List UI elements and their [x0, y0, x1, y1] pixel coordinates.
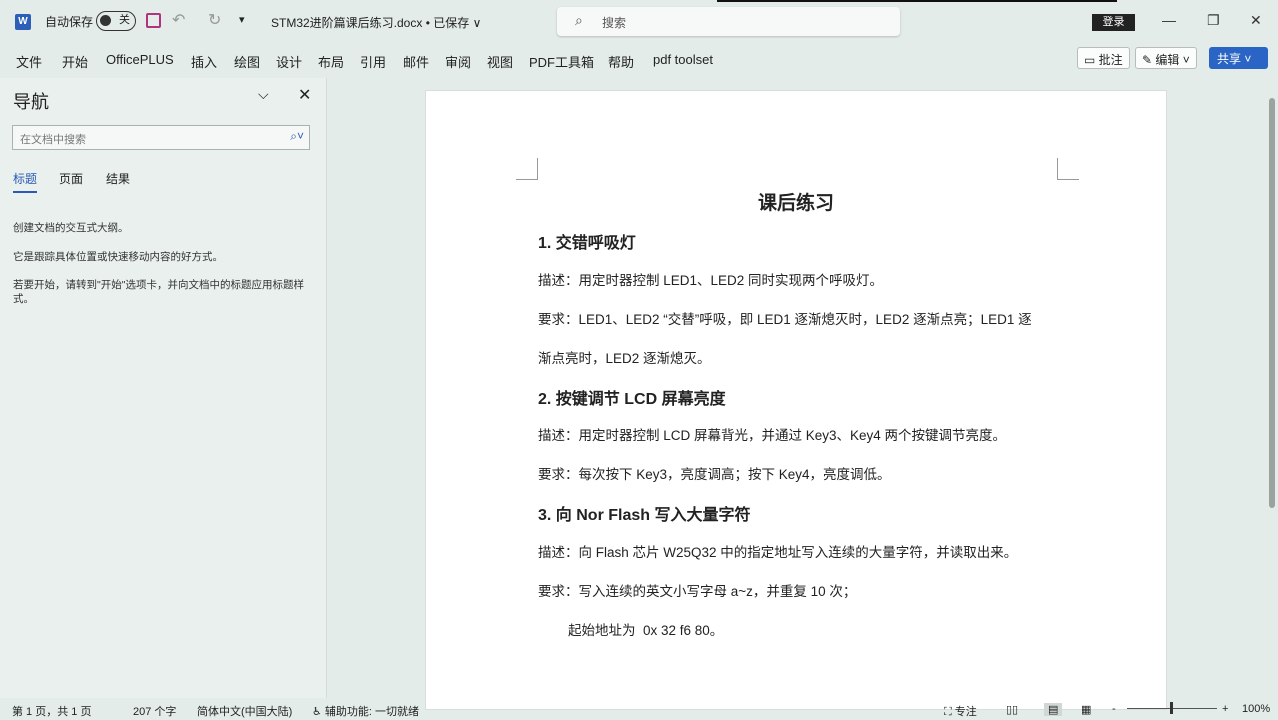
- menu-pdf-toolset[interactable]: pdf toolset: [653, 52, 713, 67]
- focus-icon: ⛶: [944, 706, 955, 718]
- menu-draw[interactable]: 绘图: [234, 52, 260, 71]
- search-box[interactable]: ⌕ 搜索: [557, 7, 900, 36]
- paragraph: 描述：用定时器控制 LED1、LED2 同时实现两个呼吸灯。: [538, 273, 884, 288]
- word-app-icon: W: [15, 14, 31, 30]
- document-title-heading: 课后练习: [757, 193, 834, 214]
- tab-pages[interactable]: 页面: [59, 170, 83, 187]
- chevron-down-icon[interactable]: ⌵: [258, 86, 269, 103]
- menu-officeplus[interactable]: OfficePLUS: [106, 52, 174, 67]
- paragraph: 描述：向 Flash 芯片 W25Q32 中的指定地址写入连续的大量字符，并读取…: [538, 545, 1018, 560]
- pencil-icon: ✎: [1142, 53, 1156, 67]
- paragraph: 描述：用定时器控制 LCD 屏幕背光，并通过 Key3、Key4 两个按键调节亮…: [538, 428, 1007, 443]
- menu-insert[interactable]: 插入: [191, 52, 217, 71]
- navigation-pane: 导航 ⌵ ✕ 在文档中搜索 ⌕˅ 标题 页面 结果 创建文档的交互式大纲。 它是跟…: [0, 78, 327, 698]
- tab-results[interactable]: 结果: [106, 170, 130, 187]
- menu-review[interactable]: 审阅: [445, 52, 471, 71]
- menu-pdf-toolbox[interactable]: PDF工具箱: [529, 52, 594, 71]
- nav-hint: 它是跟踪具体位置或快速移动内容的好方式。: [13, 251, 223, 263]
- menu-mailings[interactable]: 邮件: [403, 52, 429, 71]
- menu-design[interactable]: 设计: [276, 52, 302, 71]
- language[interactable]: 简体中文(中国大陆): [197, 703, 292, 719]
- paragraph: 要求：LED1、LED2 “交替”呼吸，即 LED1 逐渐熄灭时，LED2 逐渐…: [538, 312, 1032, 327]
- zoom-level[interactable]: 100%: [1242, 703, 1270, 715]
- print-layout-icon[interactable]: ▤: [1044, 703, 1063, 716]
- web-layout-icon[interactable]: ▦: [1081, 703, 1091, 716]
- paragraph: 要求：每次按下 Key3，亮度调高；按下 Key4，亮度调低。: [538, 467, 891, 482]
- paragraph: 起始地址为 0x 32 f6 80。: [538, 623, 724, 638]
- paragraph: 要求：写入连续的英文小写字母 a~z，并重复 10 次；: [538, 584, 857, 599]
- menu-layout[interactable]: 布局: [318, 52, 344, 71]
- document-title[interactable]: STM32进阶篇课后练习.docx • 已保存 ∨: [271, 14, 481, 31]
- menu-help[interactable]: 帮助: [608, 52, 634, 71]
- menu-home[interactable]: 开始: [62, 52, 88, 71]
- share-button[interactable]: 共享 ˅: [1209, 47, 1268, 69]
- document-page[interactable]: 课后练习 1. 交错呼吸灯 描述：用定时器控制 LED1、LED2 同时实现两个…: [425, 90, 1167, 710]
- accessibility-status[interactable]: ♿ 辅助功能: 一切就绪: [312, 703, 419, 719]
- nav-hint: 若要开始，请转到"开始"选项卡，并向文档中的标题应用标题样式。: [13, 279, 304, 305]
- menu-file[interactable]: 文件: [16, 52, 42, 71]
- menu-view[interactable]: 视图: [487, 52, 513, 71]
- undo-icon[interactable]: ↶: [172, 10, 185, 30]
- heading: 2. 按键调节 LCD 屏幕亮度: [538, 391, 726, 408]
- login-button[interactable]: 登录: [1092, 14, 1135, 31]
- title-overlay-line: [717, 0, 1117, 2]
- heading: 3. 向 Nor Flash 写入大量字符: [538, 507, 751, 524]
- comment-label: 批注: [1098, 53, 1123, 67]
- margin-mark: [1057, 158, 1079, 180]
- title-bar: W 自动保存 关 ↶ ↻ ▾ STM32进阶篇课后练习.docx • 已保存 ∨…: [0, 0, 1278, 42]
- edit-label: 编辑: [1155, 53, 1180, 67]
- search-icon[interactable]: ⌕˅: [290, 129, 304, 144]
- nav-title: 导航: [13, 92, 49, 112]
- comment-button[interactable]: ▭ 批注: [1077, 47, 1130, 69]
- nav-hint: 创建文档的交互式大纲。: [13, 222, 129, 234]
- menu-references[interactable]: 引用: [360, 52, 386, 71]
- zoom-slider-handle[interactable]: [1170, 702, 1173, 714]
- accessibility-icon: ♿: [312, 706, 325, 718]
- paragraph: 渐点亮时，LED2 逐渐熄灭。: [538, 351, 711, 366]
- customize-quick-access-icon[interactable]: ▾: [239, 13, 245, 26]
- redo-icon[interactable]: ↻: [208, 10, 221, 30]
- restore-icon[interactable]: ❐: [1207, 12, 1220, 29]
- vertical-scrollbar[interactable]: [1266, 78, 1278, 698]
- autosave-toggle[interactable]: 关: [96, 11, 136, 31]
- search-placeholder: 搜索: [602, 16, 627, 30]
- nav-search-input[interactable]: 在文档中搜索 ⌕˅: [12, 125, 310, 150]
- zoom-in-icon[interactable]: +: [1222, 703, 1228, 715]
- close-icon[interactable]: ✕: [298, 85, 311, 105]
- accessibility-label: 辅助功能: 一切就绪: [324, 706, 420, 718]
- focus-label: 专注: [954, 706, 977, 718]
- word-count[interactable]: 207 个字: [133, 703, 176, 719]
- autosave-label: 自动保存: [45, 15, 94, 29]
- page-count[interactable]: 第 1 页，共 1 页: [12, 703, 91, 719]
- share-label: 共享: [1217, 52, 1242, 66]
- zoom-out-icon[interactable]: -: [1112, 703, 1116, 715]
- read-mode-icon[interactable]: ▯▯: [1006, 703, 1018, 716]
- nav-search-placeholder: 在文档中搜索: [20, 134, 86, 146]
- margin-mark: [516, 158, 538, 180]
- minimize-icon[interactable]: —: [1162, 12, 1176, 28]
- tab-headings[interactable]: 标题: [13, 170, 38, 193]
- scrollbar-thumb[interactable]: [1269, 98, 1275, 508]
- search-icon: ⌕: [575, 12, 583, 28]
- save-icon[interactable]: [146, 13, 161, 28]
- comment-icon: ▭: [1084, 53, 1099, 67]
- edit-button[interactable]: ✎ 编辑 ˅: [1135, 47, 1197, 69]
- status-bar: 第 1 页，共 1 页 207 个字 简体中文(中国大陆) ♿ 辅助功能: 一切…: [0, 698, 1278, 720]
- close-icon[interactable]: ✕: [1250, 12, 1262, 29]
- focus-button[interactable]: ⛶ 专注: [944, 703, 977, 719]
- heading: 1. 交错呼吸灯: [538, 235, 636, 252]
